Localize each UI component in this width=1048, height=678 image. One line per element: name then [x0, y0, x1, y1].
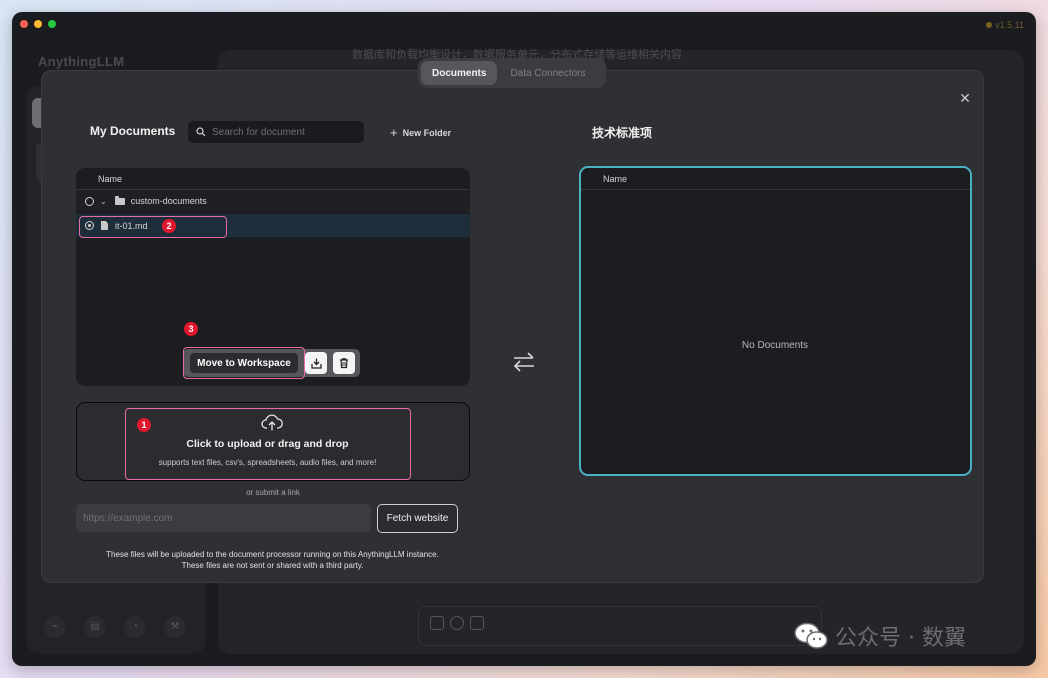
upload-subtitle: supports text files, csv's, spreadsheets… — [158, 458, 377, 467]
column-header-name: Name — [76, 168, 470, 190]
workspace-title: 技术标准项 — [592, 126, 653, 140]
version-badge: v1.5.11 — [986, 20, 1024, 30]
move-to-workspace-button[interactable]: Move to Workspace — [190, 353, 298, 373]
my-documents-title: My Documents — [90, 124, 176, 138]
folder-checkbox[interactable] — [85, 196, 94, 206]
folder-row[interactable]: ⌄ custom-documents — [76, 190, 470, 212]
disclaimer-line-2: These files are not sent or shared with … — [181, 561, 364, 570]
new-folder-button[interactable]: + New Folder — [390, 125, 451, 140]
minimize-window-button[interactable] — [34, 20, 42, 28]
trash-icon — [340, 358, 348, 369]
modal-tabs: Documents Data Connectors — [418, 58, 606, 88]
download-tray-icon — [310, 358, 322, 369]
maximize-window-button[interactable] — [48, 20, 56, 28]
chat-input-icons — [430, 616, 484, 630]
slash-icon — [450, 616, 464, 630]
sidebar-footer-icons: ⌁ ▤ ◔ ⚒ — [44, 616, 186, 638]
search-input[interactable] — [212, 126, 352, 138]
docs-icon: ▤ — [84, 616, 106, 638]
swap-arrows-icon — [513, 352, 534, 372]
chevron-down-icon[interactable]: ⌄ — [100, 197, 107, 206]
folder-icon — [114, 195, 125, 205]
text-size-icon — [470, 616, 484, 630]
tab-documents[interactable]: Documents — [421, 61, 498, 85]
fetch-website-button[interactable]: Fetch website — [377, 504, 458, 533]
app-logo: AnythingLLM — [38, 54, 125, 69]
upload-title: Click to upload or drag and drop — [186, 438, 349, 450]
no-documents-text: No Documents — [741, 340, 809, 351]
window-controls — [20, 20, 56, 28]
or-submit-link-label: or submit a link — [246, 488, 300, 497]
community-icon: ◔ — [124, 616, 146, 638]
attach-icon — [430, 616, 444, 630]
tab-data-connectors[interactable]: Data Connectors — [499, 61, 596, 85]
file-name: it-01.md — [115, 220, 148, 231]
close-window-button[interactable] — [20, 20, 28, 28]
document-search — [188, 121, 364, 143]
plus-icon: + — [390, 125, 398, 140]
delete-button[interactable] — [333, 352, 355, 374]
watermark-text: 公众号 · 数翼 — [835, 626, 966, 651]
disclaimer-line-1: These files will be uploaded to the docu… — [106, 550, 439, 559]
folder-name: custom-documents — [130, 196, 207, 206]
annotation-badge-3: 3 — [184, 322, 198, 336]
url-input[interactable] — [76, 504, 371, 532]
document-icon — [101, 221, 108, 230]
annotation-badge-1: 1 — [137, 418, 151, 432]
workspace-documents-panel: Name No Documents — [579, 166, 972, 476]
wechat-icon — [794, 622, 828, 649]
workspace-column-header-name: Name — [581, 168, 970, 190]
watermark: 公众号 · 数翼 — [793, 620, 966, 652]
file-row[interactable]: it-01.md — [76, 214, 470, 237]
cloud-upload-icon — [261, 414, 283, 431]
close-icon[interactable]: ✕ — [957, 90, 973, 106]
support-icon: ⌁ — [44, 616, 66, 638]
upload-disclaimer: These files will be uploaded to the docu… — [60, 549, 485, 571]
search-icon — [196, 127, 206, 137]
embed-button[interactable] — [305, 352, 327, 374]
annotation-badge-2: 2 — [162, 219, 176, 233]
file-checkbox[interactable] — [85, 221, 94, 230]
settings-icon: ⚒ — [164, 616, 186, 638]
